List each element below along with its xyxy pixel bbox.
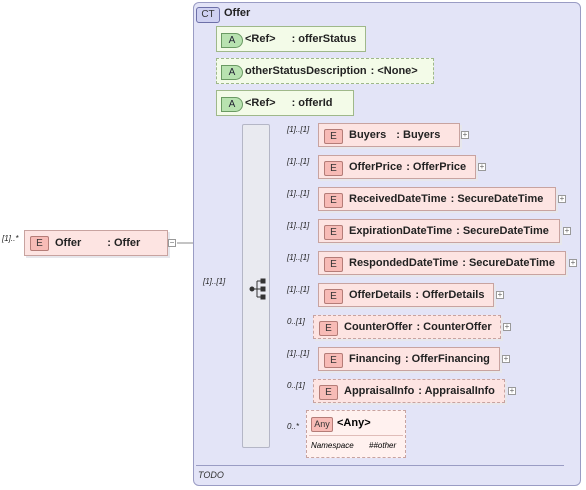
element-type: : AppraisalInfo <box>418 385 495 397</box>
any-namespace-value: ##other <box>369 441 397 450</box>
element-badge: E <box>324 289 343 304</box>
expand-toggle[interactable]: + <box>502 355 510 363</box>
element-badge: E <box>30 236 49 251</box>
cardinality-appraisal-info: 0..[1] <box>287 381 305 390</box>
element-type: : SecureDateTime <box>450 193 544 205</box>
attribute-name: otherStatusDescription <box>245 65 367 77</box>
attribute-type: : offerStatus <box>291 33 357 45</box>
attribute-offer-status[interactable]: A <Ref> : offerStatus <box>216 26 366 52</box>
cardinality-counter-offer: 0..[1] <box>287 317 305 326</box>
cardinality-offer-details: [1]..[1] <box>287 285 310 294</box>
cardinality-responded-date-time: [1]..[1] <box>287 253 310 262</box>
cardinality-any: 0..* <box>287 422 300 431</box>
complex-type-badge: CT <box>196 7 220 23</box>
attribute-badge: A <box>221 33 243 48</box>
element-financing[interactable]: E Financing : OfferFinancing <box>318 347 500 371</box>
element-badge: E <box>319 321 338 336</box>
attribute-type: : offerId <box>291 97 333 109</box>
any-namespace-key: Namespace <box>311 441 354 450</box>
element-received-date-time[interactable]: E ReceivedDateTime : SecureDateTime <box>318 187 556 211</box>
any-label: <Any> <box>337 417 371 429</box>
complex-type-title: Offer <box>224 7 251 19</box>
element-responded-date-time[interactable]: E RespondedDateTime : SecureDateTime <box>318 251 566 275</box>
element-badge: E <box>324 129 343 144</box>
element-type: : OfferDetails <box>415 289 485 301</box>
sequence-compositor[interactable] <box>242 124 270 448</box>
element-badge: E <box>324 225 343 240</box>
element-name: RespondedDateTime <box>349 257 459 269</box>
cardinality-received-date-time: [1]..[1] <box>287 189 310 198</box>
collapse-toggle[interactable]: − <box>168 239 176 247</box>
element-type: : SecureDateTime <box>456 225 549 237</box>
expand-toggle[interactable]: + <box>508 387 516 395</box>
element-name: ExpirationDateTime <box>349 225 453 237</box>
expand-toggle[interactable]: + <box>558 195 566 203</box>
any-wildcard[interactable]: Any <Any> Namespace ##other <box>306 410 406 458</box>
root-element-offer[interactable]: E Offer : Offer <box>24 230 168 256</box>
sequence-icon <box>249 278 266 300</box>
root-element-name: Offer <box>55 237 82 249</box>
expand-toggle[interactable]: + <box>569 259 577 267</box>
cardinality-buyers: [1]..[1] <box>287 125 310 134</box>
cardinality-offer-price: [1]..[1] <box>287 157 310 166</box>
attribute-name: <Ref> <box>245 97 276 109</box>
root-cardinality: [1]..* <box>2 234 19 243</box>
expand-toggle[interactable]: + <box>496 291 504 299</box>
element-badge: E <box>319 385 338 400</box>
annotation-text: TODO <box>198 470 224 480</box>
attribute-badge: A <box>221 97 243 112</box>
element-counter-offer[interactable]: E CounterOffer : CounterOffer <box>313 315 501 339</box>
cardinality-expiration-date-time: [1]..[1] <box>287 221 310 230</box>
element-type: : CounterOffer <box>416 321 492 333</box>
element-badge: E <box>324 193 343 208</box>
attribute-badge: A <box>221 65 243 80</box>
element-type: : OfferFinancing <box>404 353 490 365</box>
cardinality-financing: [1]..[1] <box>287 349 310 358</box>
expand-toggle[interactable]: + <box>503 323 511 331</box>
element-expiration-date-time[interactable]: E ExpirationDateTime : SecureDateTime <box>318 219 560 243</box>
element-name: ReceivedDateTime <box>349 193 447 205</box>
element-name: Buyers <box>349 129 387 141</box>
element-type: : SecureDateTime <box>462 257 555 269</box>
element-appraisal-info[interactable]: E AppraisalInfo : AppraisalInfo <box>313 379 505 403</box>
expand-toggle[interactable]: + <box>563 227 571 235</box>
expand-toggle[interactable]: + <box>478 163 486 171</box>
element-type: : OfferPrice <box>406 161 467 173</box>
root-element-type: : Offer <box>107 237 141 249</box>
element-name: Financing <box>349 353 401 365</box>
any-badge: Any <box>311 417 333 432</box>
element-offer-details[interactable]: E OfferDetails : OfferDetails <box>318 283 494 307</box>
element-name: CounterOffer <box>344 321 413 333</box>
attribute-name: <Ref> <box>245 33 276 45</box>
element-buyers[interactable]: E Buyers : Buyers <box>318 123 460 147</box>
element-offer-price[interactable]: E OfferPrice : OfferPrice <box>318 155 476 179</box>
any-divider <box>309 435 403 436</box>
element-badge: E <box>324 353 343 368</box>
attribute-type: : <None> <box>370 65 418 77</box>
element-type: : Buyers <box>396 129 441 141</box>
attribute-other-status-description[interactable]: A otherStatusDescription : <None> <box>216 58 434 84</box>
element-badge: E <box>324 161 343 176</box>
element-name: OfferDetails <box>349 289 412 301</box>
element-name: AppraisalInfo <box>344 385 415 397</box>
annotation-divider <box>196 465 564 466</box>
attribute-offer-id[interactable]: A <Ref> : offerId <box>216 90 354 116</box>
expand-toggle[interactable]: + <box>461 131 469 139</box>
element-badge: E <box>324 257 343 272</box>
sequence-cardinality: [1]..[1] <box>203 277 226 286</box>
element-name: OfferPrice <box>349 161 403 173</box>
